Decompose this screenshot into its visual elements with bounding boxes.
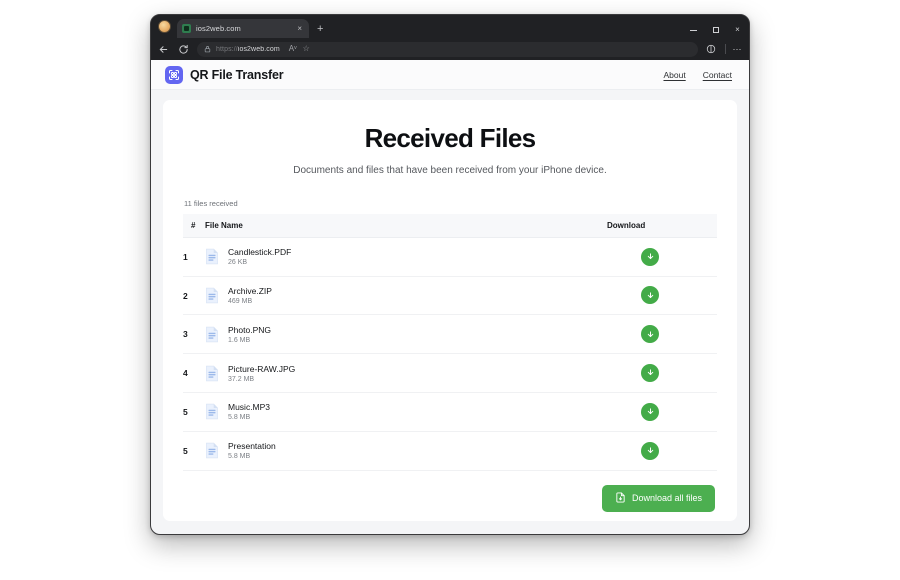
table-row[interactable]: 5 Music.MP3 5.8 MB [183,392,717,432]
files-table: # File Name Download 1 Candlestick.PDF 26 … [183,213,717,471]
download-file-button[interactable] [641,363,659,382]
download-cell [607,314,717,355]
site-header: QR File Transfer About Contact [151,60,749,90]
download-file-button[interactable] [641,247,659,266]
new-tab-icon[interactable]: + [317,24,323,35]
tab-title: ios2web.com [196,24,241,33]
table-row[interactable]: 1 Candlestick.PDF 26 KB [183,237,717,277]
file-name: Picture-RAW.JPG [228,363,296,374]
download-file-button[interactable] [641,441,659,460]
file-size: 1.6 MB [228,336,251,344]
download-file-button[interactable] [641,402,659,421]
download-cell [607,353,717,394]
site-favicon-icon [182,24,191,33]
table-row[interactable]: 2 Archive.ZIP 469 MB [183,276,717,316]
files-card: Received Files Documents and files that … [163,100,737,521]
reload-icon[interactable] [177,43,190,56]
toolbar-actions: ⋯ [705,43,743,56]
url-host: ios2web.com [237,45,280,53]
download-cell [607,276,717,316]
column-header-number: # [183,213,205,238]
file-size: 37.2 MB [228,375,255,383]
table-header-row: # File Name Download [183,213,717,238]
address-bar-actions: Aᵛ ☆ [285,45,310,53]
row-number: 1 [183,237,205,277]
close-window-icon[interactable]: × [733,26,742,34]
files-table-head: # File Name Download [183,213,717,238]
row-number: 3 [183,314,205,355]
files-table-body: 1 Candlestick.PDF 26 KB 2 Archive.ZIP 469 MB 3… [183,237,717,471]
row-number: 5 [183,431,205,471]
file-name-cell: Music.MP3 5.8 MB [205,392,607,432]
brand-name: QR File Transfer [190,67,284,82]
file-name-cell: Archive.ZIP 469 MB [205,276,607,316]
download-cell [607,431,717,471]
nav-link-contact[interactable]: Contact [703,70,732,80]
file-name-cell: Picture-RAW.JPG 37.2 MB [205,353,607,394]
split-screen-icon[interactable] [705,43,718,56]
download-cell [607,237,717,277]
file-name: Presentation [228,441,276,452]
file-name: Photo.PNG [228,324,271,335]
file-document-icon [206,404,218,420]
download-all-files-button[interactable]: Download all files [601,484,715,512]
page-body: Received Files Documents and files that … [151,90,749,534]
read-aloud-icon[interactable]: Aᵛ [289,45,297,53]
file-size: 26 KB [228,259,248,267]
file-document-icon [206,249,218,265]
page-title: Received Files [364,123,537,153]
file-document-icon [206,443,218,459]
favorite-star-icon[interactable]: ☆ [303,45,310,53]
close-tab-icon[interactable]: × [295,24,304,33]
download-all-files-label: Download all files [631,493,702,504]
page-subtitle: Documents and files that have been recei… [293,164,607,176]
file-name: Archive.ZIP [228,286,272,297]
table-row[interactable]: 4 Picture-RAW.JPG 37.2 MB [183,353,717,394]
file-document-icon [206,365,218,381]
browser-window: ios2web.com × + × https://ios2web.com Aᵛ… [150,14,750,535]
file-name-cell: Presentation 5.8 MB [205,431,607,471]
page-viewport: QR File Transfer About Contact Received … [151,60,749,534]
row-number: 5 [183,392,205,432]
site-nav: About Contact [663,70,732,80]
download-file-button[interactable] [641,286,659,305]
file-size: 5.8 MB [228,414,251,422]
column-header-file-name: File Name [205,213,607,238]
file-document-icon [206,287,218,304]
table-row[interactable]: 5 Presentation 5.8 MB [183,431,717,471]
download-file-button[interactable] [641,325,659,344]
profile-avatar[interactable] [158,20,171,33]
table-row[interactable]: 3 Photo.PNG 1.6 MB [183,314,717,355]
more-options-icon[interactable]: ⋯ [733,44,743,54]
tab-strip: ios2web.com × + × [151,15,749,38]
download-cell [607,392,717,432]
file-name-cell: Photo.PNG 1.6 MB [205,314,607,355]
lock-icon [204,45,211,53]
nav-link-about[interactable]: About [663,70,685,80]
browser-tab[interactable]: ios2web.com × [177,19,309,38]
window-controls: × [689,26,742,34]
document-download-icon [615,492,626,505]
address-bar[interactable]: https://ios2web.com Aᵛ ☆ [197,41,698,57]
file-name: Music.MP3 [228,402,271,413]
row-number: 4 [183,353,205,394]
browser-toolbar: https://ios2web.com Aᵛ ☆ ⋯ [151,38,749,60]
card-footer: Download all files [183,484,717,512]
back-arrow-icon[interactable] [157,43,170,56]
maximize-icon[interactable] [711,27,720,33]
row-number: 2 [183,276,205,316]
file-document-icon [206,326,218,343]
minimize-icon[interactable] [689,29,698,31]
file-size: 469 MB [228,298,253,306]
file-name-cell: Candlestick.PDF 26 KB [205,237,607,277]
qr-scan-icon [165,65,183,84]
file-size: 5.8 MB [228,453,251,461]
address-bar-url: https://ios2web.com [216,46,280,53]
file-count-label: 11 files received [184,198,238,208]
file-name: Candlestick.PDF [228,247,292,258]
toolbar-divider [724,44,726,54]
column-header-download: Download [607,213,717,238]
url-scheme: https:// [216,45,238,53]
brand[interactable]: QR File Transfer [165,65,284,84]
